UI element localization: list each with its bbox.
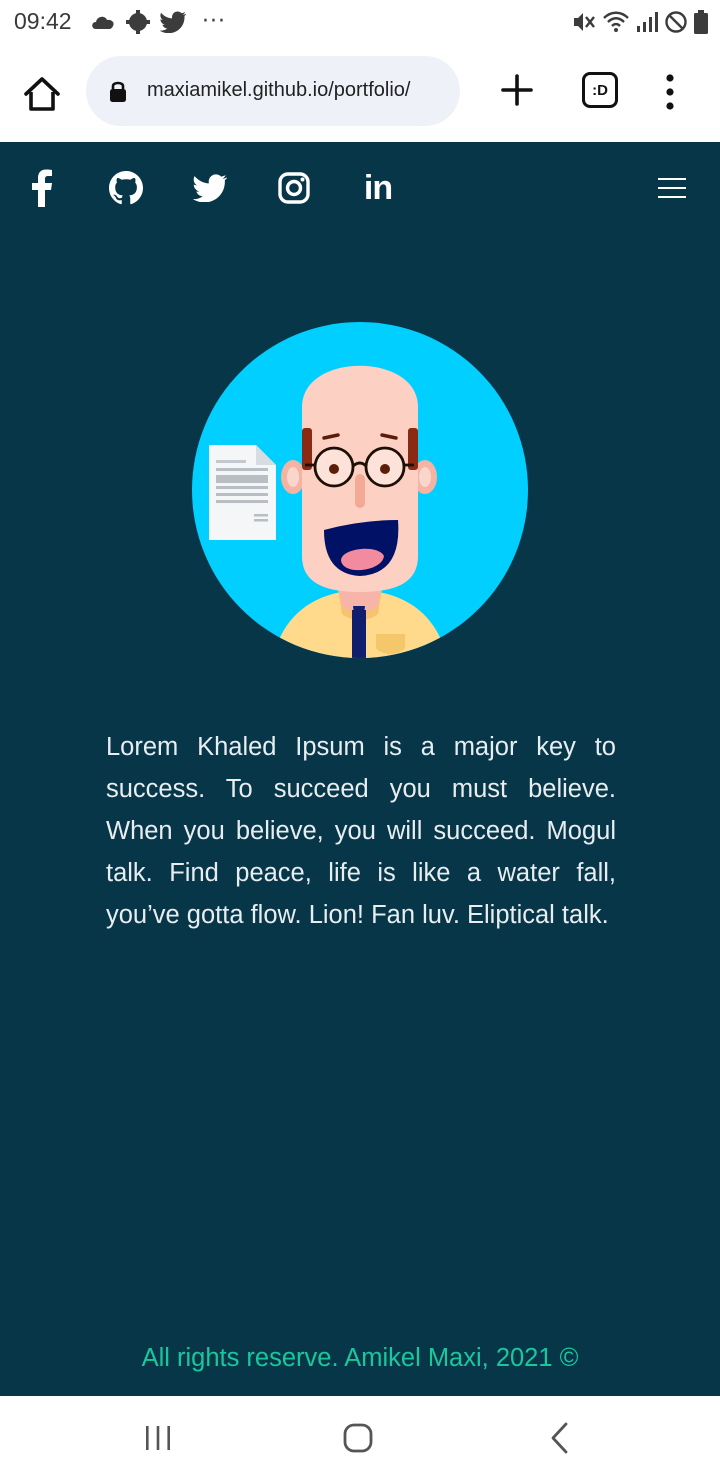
address-bar[interactable]: maxiamikel.github.io/portfolio/ bbox=[86, 56, 460, 126]
hamburger-menu-icon[interactable] bbox=[658, 176, 686, 200]
status-bar: 09:42 ··· bbox=[0, 0, 720, 44]
status-time: 09:42 bbox=[14, 8, 72, 34]
system-navigation-bar bbox=[0, 1396, 720, 1480]
linkedin-glyph: in bbox=[363, 168, 393, 207]
portfolio-page: in Lorem Khaled Ipsum is a major key to … bbox=[0, 142, 720, 1396]
signal-icon bbox=[637, 12, 658, 32]
url-text: maxiamikel.github.io/portfolio/ bbox=[147, 79, 411, 101]
twitter-icon[interactable] bbox=[188, 166, 232, 210]
status-more-indicator: ··· bbox=[202, 9, 226, 34]
mute-icon bbox=[574, 13, 595, 31]
social-links: in bbox=[0, 166, 720, 212]
lock-icon bbox=[110, 81, 126, 102]
tab-switcher-button[interactable]: :D bbox=[582, 72, 618, 108]
github-icon[interactable] bbox=[104, 166, 148, 210]
battery-icon bbox=[694, 10, 708, 34]
home-nav-icon[interactable] bbox=[338, 1418, 378, 1458]
bio-paragraph: Lorem Khaled Ipsum is a major key to suc… bbox=[106, 733, 616, 929]
home-icon[interactable] bbox=[20, 72, 64, 116]
avatar-illustration bbox=[192, 322, 528, 658]
browser-toolbar: maxiamikel.github.io/portfolio/ :D bbox=[0, 44, 720, 142]
footer-copyright: All rights reserve. Amikel Maxi, 2021 © bbox=[141, 1344, 579, 1372]
recent-apps-icon[interactable] bbox=[138, 1418, 178, 1458]
new-tab-icon[interactable] bbox=[497, 70, 537, 110]
more-options-icon[interactable] bbox=[658, 72, 682, 112]
instagram-icon[interactable] bbox=[272, 166, 316, 210]
status-notification-icons: ··· bbox=[90, 9, 226, 35]
status-system-icons bbox=[572, 9, 708, 35]
facebook-icon[interactable] bbox=[20, 166, 64, 210]
settings-icon bbox=[126, 10, 150, 34]
twitter-bird-icon bbox=[160, 11, 186, 33]
no-disturb-icon bbox=[665, 11, 687, 33]
wifi-icon bbox=[603, 11, 629, 32]
back-icon[interactable] bbox=[540, 1418, 580, 1458]
document-icon bbox=[209, 445, 276, 540]
linkedin-icon[interactable]: in bbox=[356, 166, 400, 210]
cloud-icon bbox=[92, 16, 114, 29]
